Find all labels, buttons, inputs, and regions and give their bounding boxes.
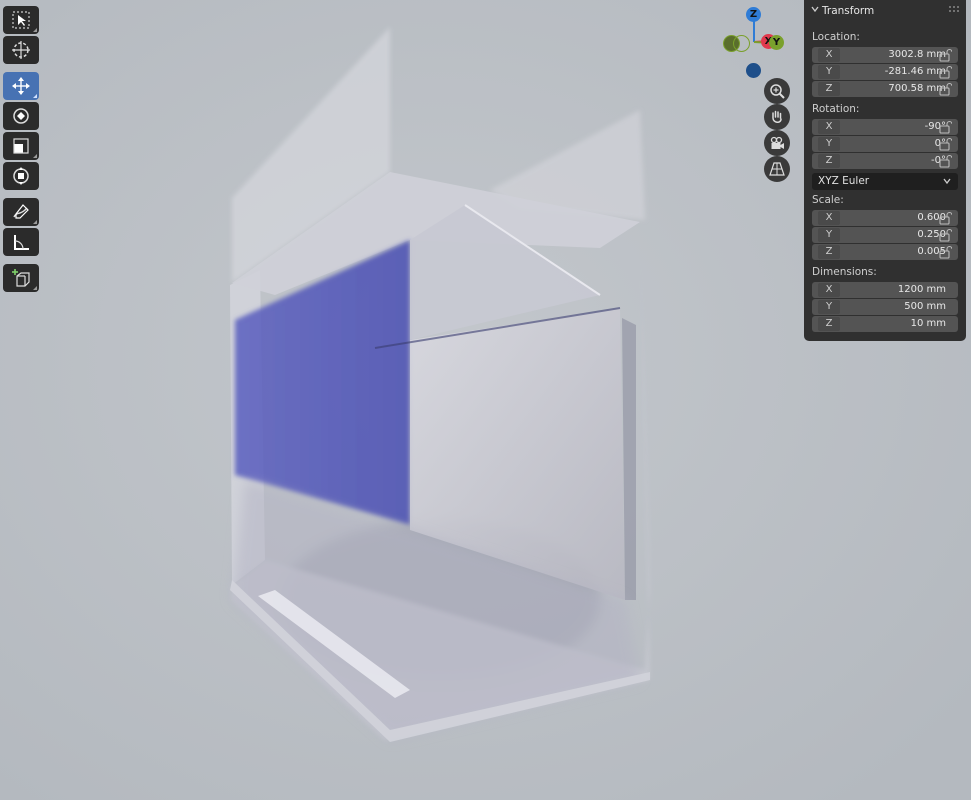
scale-tool[interactable] — [3, 132, 39, 160]
rotate-tool[interactable] — [3, 102, 39, 130]
annotate-tool[interactable] — [3, 198, 39, 226]
lock-icon[interactable] — [938, 154, 952, 168]
hand-icon — [772, 110, 782, 123]
panel-title: Transform — [822, 5, 875, 17]
lock-icon[interactable] — [938, 48, 952, 62]
pan-button[interactable] — [764, 104, 790, 130]
scale-y-field[interactable]: Y 0.250 — [812, 227, 958, 243]
zoom-button[interactable] — [764, 78, 790, 104]
scale-icon — [13, 138, 29, 154]
dimensions-label: Dimensions: — [812, 266, 877, 278]
select-box-tool[interactable] — [3, 6, 39, 34]
select-box-icon — [12, 11, 30, 29]
dimensions-y-field[interactable]: Y 500 mm — [812, 299, 958, 315]
lock-icon[interactable] — [938, 228, 952, 242]
move-icon — [12, 77, 30, 95]
scale-x-field[interactable]: X 0.600 — [812, 210, 958, 226]
lock-icon[interactable] — [938, 65, 952, 79]
lock-icon[interactable] — [938, 120, 952, 134]
gizmo-neg-z-axis[interactable] — [746, 63, 761, 78]
rotation-y-field[interactable]: Y 0° — [812, 136, 958, 152]
zoom-icon — [770, 84, 785, 99]
perspective-toggle-button[interactable] — [764, 156, 790, 182]
transform-icon — [13, 167, 29, 185]
transform-tool[interactable] — [3, 162, 39, 190]
location-label: Location: — [812, 31, 860, 43]
camera-view-button[interactable] — [764, 130, 790, 156]
chevron-down-icon — [943, 178, 951, 185]
rotation-x-field[interactable]: X -90° — [812, 119, 958, 135]
dimensions-z-field[interactable]: Z 10 mm — [812, 316, 958, 332]
lock-icon[interactable] — [938, 82, 952, 96]
lock-icon[interactable] — [938, 245, 952, 259]
navigation-gizmo[interactable]: Z X Y — [714, 4, 794, 82]
rotation-label: Rotation: — [812, 103, 860, 115]
scale-z-field[interactable]: Z 0.005 — [812, 244, 958, 260]
drag-grip-icon[interactable] — [948, 5, 960, 13]
location-x-field[interactable]: X 3002.8 mm — [812, 47, 958, 63]
lock-icon[interactable] — [938, 211, 952, 225]
3d-viewport[interactable]: Z X Y — [0, 0, 971, 800]
location-y-field[interactable]: Y -281.46 mm — [812, 64, 958, 80]
gizmo-y-axis[interactable]: Y — [769, 35, 784, 50]
scale-label: Scale: — [812, 194, 844, 206]
rotation-z-field[interactable]: Z -0° — [812, 153, 958, 169]
lock-icon[interactable] — [938, 137, 952, 151]
camera-icon — [770, 136, 784, 149]
add-cube-tool[interactable] — [3, 264, 39, 292]
chevron-down-icon — [811, 6, 819, 13]
add-cube-icon — [12, 269, 30, 287]
ruler-icon — [14, 235, 29, 250]
gizmo-z-axis[interactable]: Z — [746, 7, 761, 22]
transform-panel-header[interactable]: Transform — [804, 0, 966, 22]
location-z-field[interactable]: Z 700.58 mm — [812, 81, 958, 97]
pencil-icon — [13, 204, 29, 219]
dimensions-x-field[interactable]: X 1200 mm — [812, 282, 958, 298]
grid-icon — [769, 162, 785, 176]
transform-panel: Transform Location: X 3002.8 mm Y -281.46 … — [804, 0, 966, 341]
cursor-icon — [12, 41, 30, 59]
move-tool[interactable] — [3, 72, 39, 100]
measure-tool[interactable] — [3, 228, 39, 256]
gizmo-neg-x-axis[interactable] — [733, 35, 750, 52]
cursor-tool[interactable] — [3, 36, 39, 64]
rotate-icon — [13, 108, 29, 124]
rotation-mode-select[interactable]: XYZ Euler — [812, 173, 958, 190]
